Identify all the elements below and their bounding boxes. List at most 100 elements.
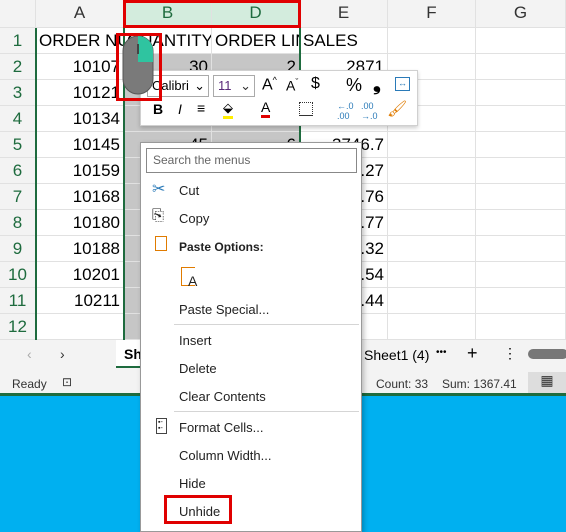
cell-A6[interactable]: 10159 <box>36 158 124 184</box>
comma-style-icon[interactable]: ❟ <box>373 73 381 96</box>
menu-item-insert[interactable]: Insert <box>179 333 212 348</box>
normal-view-icon[interactable]: ▦ <box>528 372 566 393</box>
mini-toolbar: Calibri ⌄ 11 ⌄ A^ Aˇ $ % ❟ ↔ B I ≡ ⬙ A ←.0… <box>140 70 418 126</box>
align-icon[interactable]: ≡ <box>197 100 205 116</box>
font-size: 11 <box>218 78 232 93</box>
italic-icon[interactable]: I <box>178 101 182 117</box>
row-header-1[interactable]: 1 <box>0 28 36 54</box>
menu-item-hide[interactable]: Hide <box>179 476 206 491</box>
scroll-right-icon[interactable]: › <box>60 346 65 362</box>
cell-E1[interactable]: SALES <box>300 28 388 54</box>
cell-G4[interactable] <box>476 106 566 132</box>
more-sheets-icon[interactable]: ••• <box>436 347 447 358</box>
scroll-left-icon[interactable]: ‹ <box>27 346 32 362</box>
cell-G5[interactable] <box>476 132 566 158</box>
cell-G9[interactable] <box>476 236 566 262</box>
status-count: Count: 33 <box>376 377 429 391</box>
hidden-column-border <box>35 28 37 340</box>
cell-A12[interactable] <box>36 314 124 340</box>
select-all-corner[interactable] <box>0 0 36 28</box>
increase-decimal-icon[interactable]: ←.0.00 <box>337 101 354 121</box>
cell-F8[interactable] <box>388 210 476 236</box>
decrease-font-icon[interactable]: Aˇ <box>286 77 298 94</box>
row-header-3[interactable]: 3 <box>0 80 36 106</box>
paste-options-label: Paste Options: <box>179 240 264 254</box>
percent-icon[interactable]: % <box>346 75 362 96</box>
cell-F1[interactable] <box>388 28 476 54</box>
cell-A10[interactable]: 10201 <box>36 262 124 288</box>
cell-F6[interactable] <box>388 158 476 184</box>
row-header-2[interactable]: 2 <box>0 54 36 80</box>
paste-icon <box>155 236 167 251</box>
currency-icon[interactable]: $ <box>311 75 320 93</box>
scissors-icon: ✂ <box>152 181 166 198</box>
menu-item-clear-contents[interactable]: Clear Contents <box>179 389 266 404</box>
horizontal-scrollbar[interactable] <box>528 349 566 359</box>
cell-A1[interactable]: ORDER NUMBER <box>36 28 124 54</box>
cell-G10[interactable] <box>476 262 566 288</box>
column-header-A[interactable]: A <box>36 0 124 28</box>
search-menus-input[interactable]: Search the menus <box>146 148 357 173</box>
row-header-9[interactable]: 9 <box>0 236 36 262</box>
menu-separator <box>174 324 359 325</box>
row-header-10[interactable]: 10 <box>0 262 36 288</box>
column-header-G[interactable]: G <box>476 0 566 28</box>
add-sheet-icon[interactable]: + <box>467 343 478 364</box>
menu-separator <box>174 411 359 412</box>
borders-icon[interactable] <box>299 102 313 116</box>
cell-G1[interactable] <box>476 28 566 54</box>
font-color-icon[interactable]: A <box>261 99 271 118</box>
cell-F5[interactable] <box>388 132 476 158</box>
cell-A3[interactable]: 10121 <box>36 80 124 106</box>
decrease-decimal-icon[interactable]: .00 →.0 <box>361 101 378 121</box>
row-header-4[interactable]: 4 <box>0 106 36 132</box>
font-size-dropdown[interactable]: 11 ⌄ <box>213 75 255 97</box>
cell-A11[interactable]: 10211 <box>36 288 124 314</box>
cell-G3[interactable] <box>476 80 566 106</box>
cell-A9[interactable]: 10188 <box>36 236 124 262</box>
sheet-tab[interactable]: Sheet1 (4) <box>364 347 429 363</box>
menu-item-copy[interactable]: Copy <box>179 211 209 226</box>
merge-center-icon[interactable]: ↔ <box>395 77 410 91</box>
menu-item-delete[interactable]: Delete <box>179 361 217 376</box>
bold-icon[interactable]: B <box>153 101 163 117</box>
highlight-unhide <box>164 495 232 524</box>
row-header-6[interactable]: 6 <box>0 158 36 184</box>
menu-item-cut[interactable]: Cut <box>179 183 199 198</box>
menu-item-column-width[interactable]: Column Width... <box>179 448 271 463</box>
accessibility-icon[interactable]: ⊡ <box>62 375 72 389</box>
cell-G6[interactable] <box>476 158 566 184</box>
highlight-column-headers <box>123 0 301 28</box>
format-painter-icon[interactable]: 🖌 <box>387 99 407 119</box>
row-header-11[interactable]: 11 <box>0 288 36 314</box>
cell-A5[interactable]: 10145 <box>36 132 124 158</box>
format-cells-icon: ▪- ▪- <box>156 418 167 434</box>
cell-G12[interactable] <box>476 314 566 340</box>
cell-A2[interactable]: 10107 <box>36 54 124 80</box>
increase-font-icon[interactable]: A^ <box>262 75 277 94</box>
context-menu: Search the menus ✂ Cut ⎘ Copy Paste Opti… <box>140 142 362 532</box>
fill-color-icon[interactable]: ⬙ <box>223 100 233 119</box>
cell-G11[interactable] <box>476 288 566 314</box>
row-header-12[interactable]: 12 <box>0 314 36 340</box>
row-header-5[interactable]: 5 <box>0 132 36 158</box>
cell-G8[interactable] <box>476 210 566 236</box>
paste-text-only-icon[interactable]: A <box>181 267 197 289</box>
row-header-7[interactable]: 7 <box>0 184 36 210</box>
cell-F12[interactable] <box>388 314 476 340</box>
cell-A8[interactable]: 10180 <box>36 210 124 236</box>
menu-item-format-cells[interactable]: Format Cells... <box>179 420 264 435</box>
cell-F10[interactable] <box>388 262 476 288</box>
cell-A4[interactable]: 10134 <box>36 106 124 132</box>
cell-F7[interactable] <box>388 184 476 210</box>
cell-G7[interactable] <box>476 184 566 210</box>
column-header-E[interactable]: E <box>300 0 388 28</box>
cell-A7[interactable]: 10168 <box>36 184 124 210</box>
row-header-8[interactable]: 8 <box>0 210 36 236</box>
cell-F11[interactable] <box>388 288 476 314</box>
menu-item-paste-special[interactable]: Paste Special... <box>179 302 269 317</box>
column-header-F[interactable]: F <box>388 0 476 28</box>
cell-G2[interactable] <box>476 54 566 80</box>
cell-F9[interactable] <box>388 236 476 262</box>
options-icon[interactable]: ⋮ <box>503 345 517 362</box>
